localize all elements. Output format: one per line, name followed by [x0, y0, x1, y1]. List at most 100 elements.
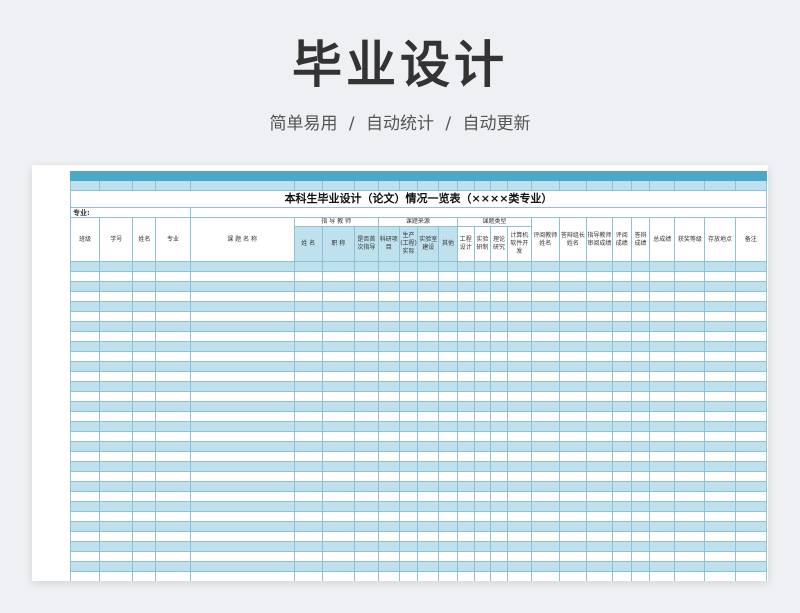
table-cell[interactable] [473, 271, 492, 282]
table-cell[interactable] [321, 501, 355, 512]
table-cell[interactable] [293, 441, 323, 452]
table-cell[interactable] [530, 561, 560, 572]
table-cell[interactable] [473, 341, 492, 352]
table-cell[interactable] [99, 451, 134, 462]
table-cell[interactable] [132, 501, 157, 512]
table-cell[interactable] [155, 391, 191, 402]
table-cell[interactable] [649, 511, 676, 522]
table-cell[interactable] [558, 311, 587, 322]
table-cell[interactable] [398, 261, 419, 272]
table-cell[interactable] [438, 451, 458, 462]
table-cell[interactable] [473, 571, 492, 581]
table-cell[interactable] [377, 471, 400, 482]
table-cell[interactable] [321, 291, 355, 302]
table-cell[interactable] [321, 311, 355, 322]
table-cell[interactable] [704, 511, 736, 522]
table-cell[interactable] [630, 511, 651, 522]
table-cell[interactable] [321, 511, 355, 522]
table-cell[interactable] [558, 491, 587, 502]
table-cell[interactable] [456, 451, 475, 462]
table-cell[interactable] [155, 441, 191, 452]
table-cell[interactable] [99, 541, 134, 552]
table-cell[interactable] [398, 341, 419, 352]
table-cell[interactable] [132, 371, 157, 382]
table-cell[interactable] [398, 371, 419, 382]
table-cell[interactable] [69, 371, 101, 382]
table-cell[interactable] [438, 331, 458, 342]
table-cell[interactable] [649, 571, 676, 581]
table-cell[interactable] [438, 401, 458, 412]
table-cell[interactable] [649, 381, 676, 392]
table-cell[interactable] [649, 491, 676, 502]
table-cell[interactable] [189, 371, 295, 382]
table-cell[interactable] [132, 341, 157, 352]
table-cell[interactable] [630, 271, 651, 282]
table-cell[interactable] [353, 371, 379, 382]
table-cell[interactable] [99, 311, 134, 322]
table-cell[interactable] [490, 491, 508, 502]
table-cell[interactable] [473, 421, 492, 432]
table-cell[interactable] [438, 391, 458, 402]
table-cell[interactable] [473, 491, 492, 502]
table-cell[interactable] [674, 381, 706, 392]
table-cell[interactable] [704, 371, 736, 382]
table-cell[interactable] [398, 521, 419, 532]
table-cell[interactable] [506, 261, 532, 272]
table-cell[interactable] [132, 401, 157, 412]
table-cell[interactable] [417, 331, 440, 342]
table-cell[interactable] [704, 291, 736, 302]
table-cell[interactable] [189, 351, 295, 362]
table-cell[interactable] [155, 351, 191, 362]
table-cell[interactable] [438, 521, 458, 532]
table-cell[interactable] [398, 461, 419, 472]
table-cell[interactable] [473, 331, 492, 342]
table-cell[interactable] [69, 391, 101, 402]
table-cell[interactable] [69, 561, 101, 572]
table-cell[interactable] [611, 471, 632, 482]
table-cell[interactable] [321, 481, 355, 492]
table-cell[interactable] [321, 551, 355, 562]
table-cell[interactable] [353, 551, 379, 562]
table-cell[interactable] [69, 411, 101, 422]
table-cell[interactable] [473, 381, 492, 392]
table-cell[interactable] [155, 401, 191, 412]
table-cell[interactable] [530, 431, 560, 442]
table-cell[interactable] [611, 551, 632, 562]
table-cell[interactable] [530, 421, 560, 432]
table-cell[interactable] [293, 361, 323, 372]
table-cell[interactable] [585, 511, 613, 522]
table-cell[interactable] [99, 351, 134, 362]
table-cell[interactable] [649, 321, 676, 332]
table-cell[interactable] [490, 541, 508, 552]
table-cell[interactable] [189, 501, 295, 512]
table-cell[interactable] [189, 401, 295, 412]
table-cell[interactable] [155, 501, 191, 512]
table-cell[interactable] [438, 321, 458, 332]
table-cell[interactable] [611, 361, 632, 372]
table-cell[interactable] [132, 571, 157, 581]
table-cell[interactable] [674, 321, 706, 332]
table-cell[interactable] [377, 341, 400, 352]
table-cell[interactable] [99, 301, 134, 312]
table-cell[interactable] [398, 291, 419, 302]
table-cell[interactable] [456, 281, 475, 292]
table-cell[interactable] [506, 351, 532, 362]
table-cell[interactable] [558, 291, 587, 302]
table-cell[interactable] [99, 341, 134, 352]
table-cell[interactable] [734, 361, 768, 372]
table-cell[interactable] [506, 281, 532, 292]
table-cell[interactable] [321, 431, 355, 442]
table-cell[interactable] [530, 321, 560, 332]
table-cell[interactable] [704, 411, 736, 422]
table-cell[interactable] [704, 571, 736, 581]
table-cell[interactable] [585, 451, 613, 462]
table-cell[interactable] [293, 311, 323, 322]
table-cell[interactable] [734, 521, 768, 532]
table-cell[interactable] [473, 501, 492, 512]
table-cell[interactable] [398, 391, 419, 402]
table-cell[interactable] [438, 571, 458, 581]
table-cell[interactable] [99, 331, 134, 342]
table-cell[interactable] [417, 311, 440, 322]
table-cell[interactable] [630, 261, 651, 272]
table-cell[interactable] [155, 371, 191, 382]
